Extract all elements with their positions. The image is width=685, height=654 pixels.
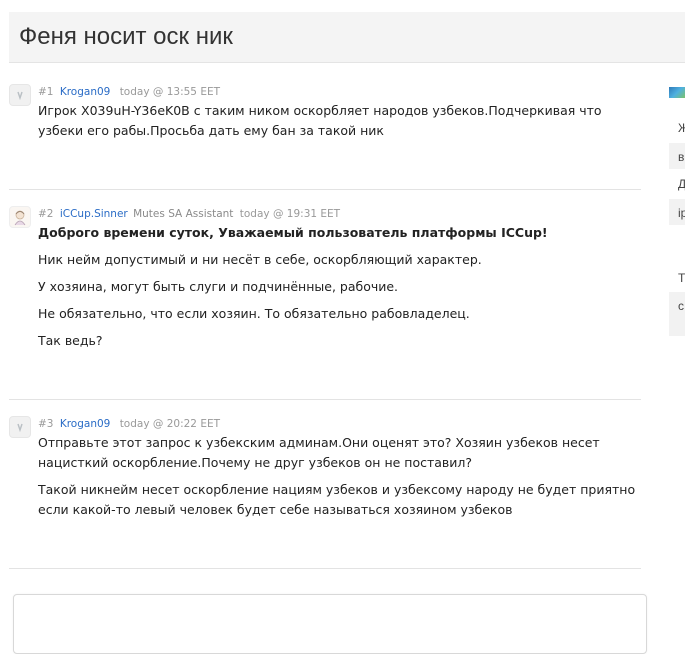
sidebar-fragment[interactable]: в	[678, 150, 684, 164]
thread-title: Феня носит оск ник	[19, 23, 233, 50]
post-paragraph: Отправьте этот запрос к узбекским админа…	[38, 435, 600, 470]
post-body: Доброго времени суток, Уважаемый пользов…	[38, 223, 638, 358]
post-body: Игрок X039uH-Y36eK0B с таким ником оскор…	[38, 101, 638, 148]
post-paragraph: Не обязательно, что если хозяин. То обяз…	[38, 306, 470, 321]
post-number[interactable]: #2	[38, 208, 53, 220]
user-icon[interactable]	[9, 416, 31, 438]
post-number[interactable]: #1	[38, 86, 53, 98]
post-time: today @ 13:55 EET	[119, 86, 220, 98]
post-paragraph: Игрок X039uH-Y36eK0B с таким ником оскор…	[38, 103, 602, 138]
sidebar-fragment[interactable]: с	[678, 299, 684, 313]
post-paragraph: Такой никнейм несет оскорбление нациям у…	[38, 482, 636, 517]
post-divider	[9, 399, 641, 400]
post-author[interactable]: Krogan09	[60, 86, 111, 98]
post-meta: #2 iCCup.Sinner Mutes SA Assistant today…	[38, 206, 340, 222]
sidebar-fragment: Т	[678, 271, 685, 285]
post-divider	[9, 568, 641, 569]
post-paragraph: Так ведь?	[38, 333, 103, 348]
post-time: today @ 20:22 EET	[119, 418, 220, 430]
post-paragraph: Доброго времени суток, Уважаемый пользов…	[38, 225, 548, 240]
sidebar-fragment[interactable]: ip	[678, 206, 685, 220]
user-icon[interactable]	[9, 84, 31, 106]
post-number[interactable]: #3	[38, 418, 53, 430]
thread-header: Феня носит оск ник	[9, 12, 685, 63]
post-body: Отправьте этот запрос к узбекским админа…	[38, 433, 638, 527]
post-author[interactable]: iCCup.Sinner	[60, 208, 128, 220]
post-paragraph: У хозяина, могут быть слуги и подчинённы…	[38, 279, 399, 294]
post-author-role: Mutes SA Assistant	[133, 208, 234, 220]
flag-icon	[669, 87, 685, 98]
post-divider	[9, 189, 641, 190]
post-paragraph: Ник нейм допустимый и ни несёт в себе, о…	[38, 252, 482, 267]
post-time: today @ 19:31 EET	[239, 208, 341, 220]
sidebar-fragment: Ж	[678, 121, 685, 135]
post-author[interactable]: Krogan09	[60, 418, 111, 430]
anime-avatar-icon[interactable]	[9, 206, 31, 228]
sidebar-fragment: Д	[678, 177, 685, 191]
post-meta: #3 Krogan09 today @ 20:22 EET	[38, 416, 220, 432]
post-meta: #1 Krogan09 today @ 13:55 EET	[38, 84, 220, 100]
reply-editor[interactable]	[13, 594, 647, 654]
